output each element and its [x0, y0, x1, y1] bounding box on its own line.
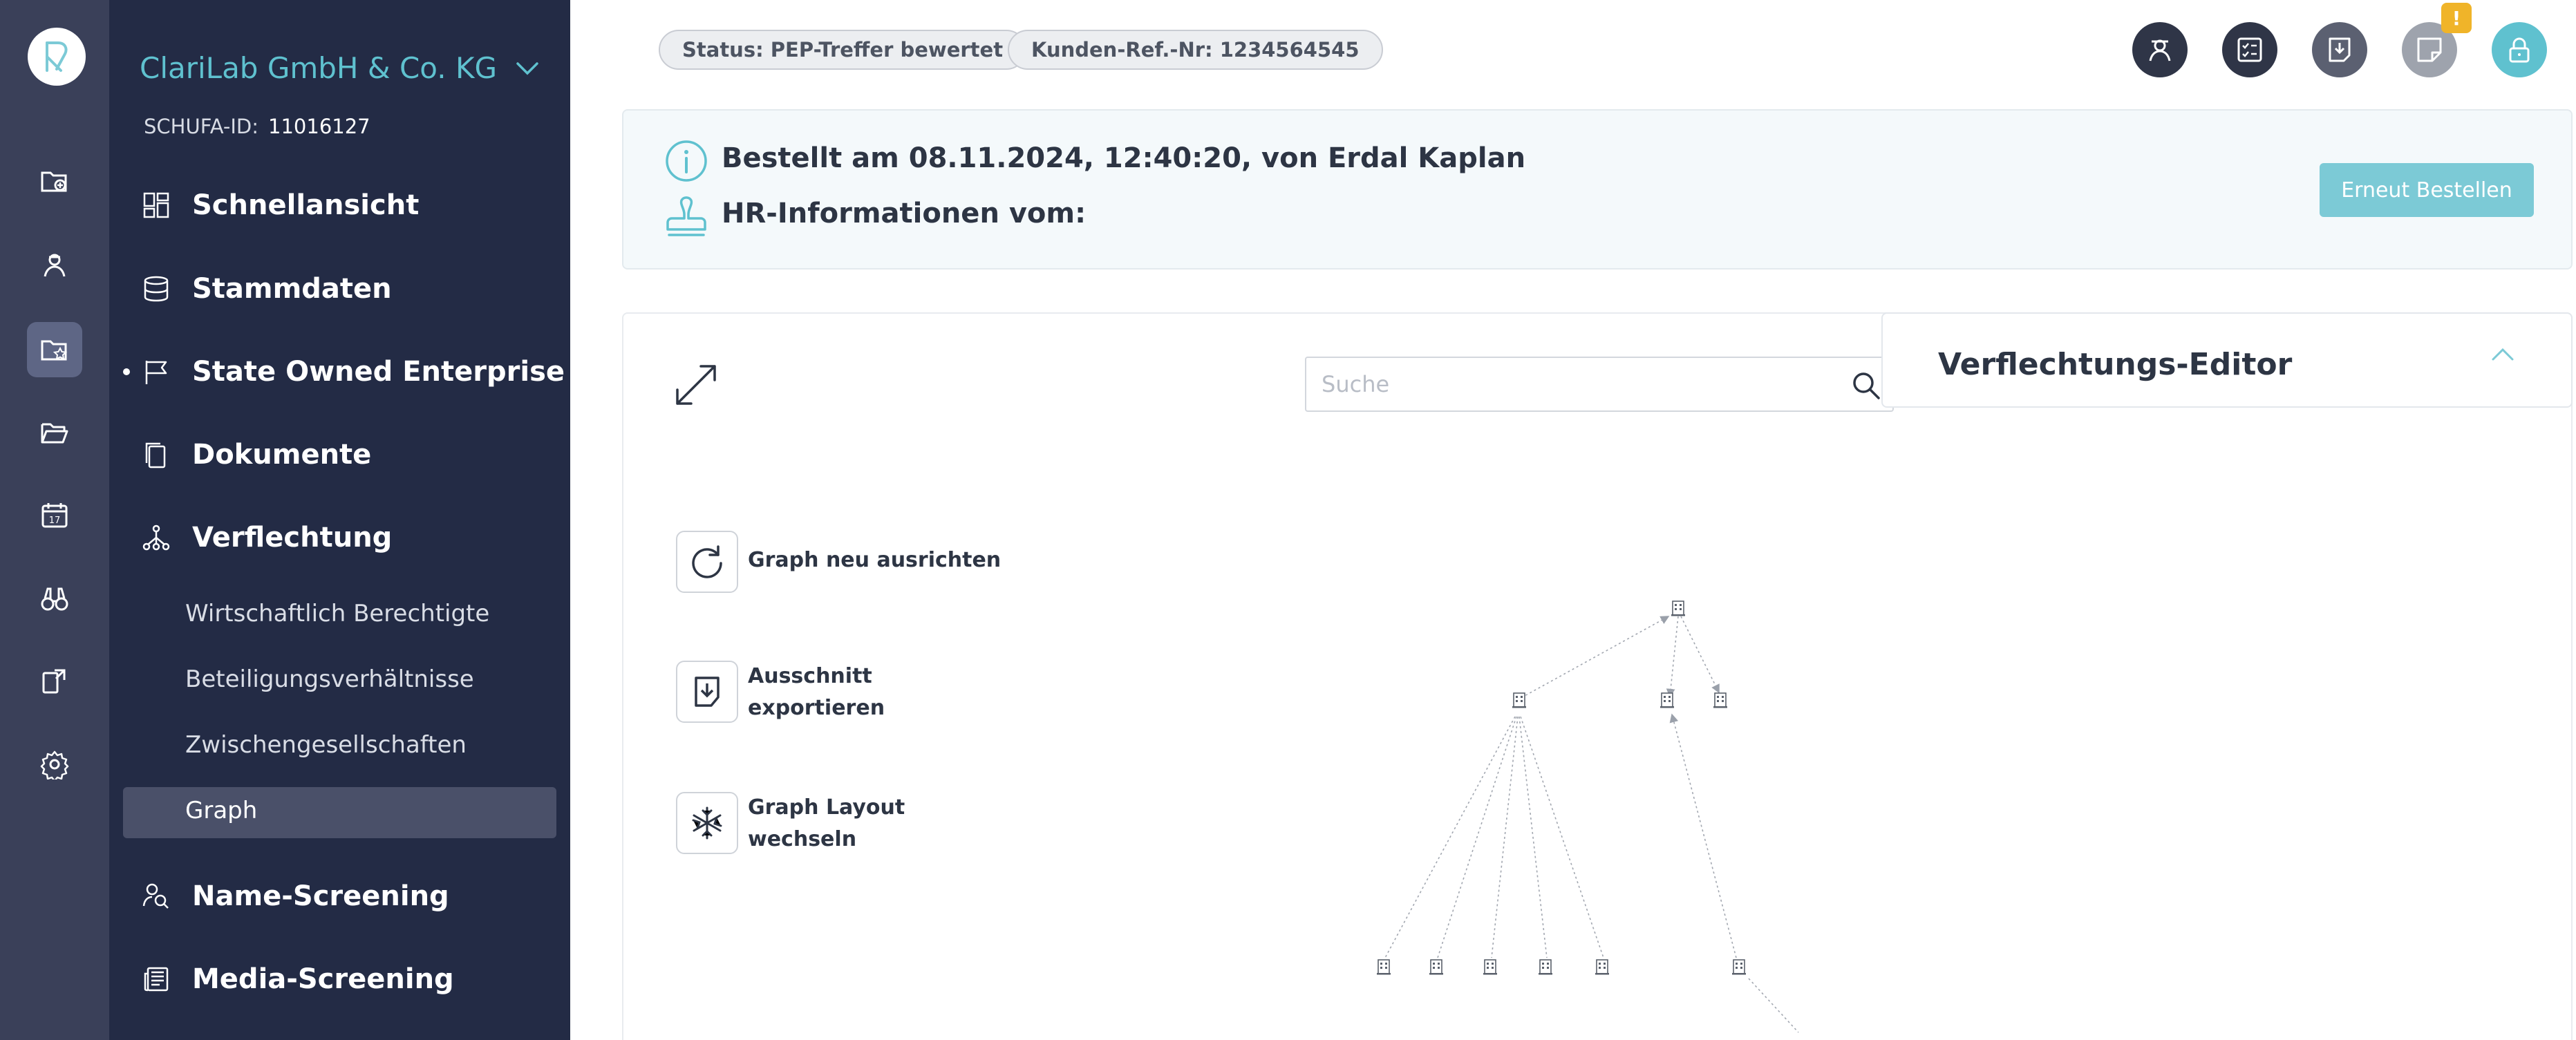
subnav-beteiligungsverhaeltnisse[interactable]: Beteiligungsverhältnisse — [185, 665, 474, 693]
chevron-up-icon[interactable] — [2491, 347, 2514, 362]
nav-label: Schnellansicht — [192, 189, 420, 221]
nav-label: Name-Screening — [192, 880, 449, 912]
header-download-button[interactable] — [2312, 22, 2367, 77]
graph-node[interactable] — [1731, 959, 1747, 976]
graph-node[interactable] — [1595, 959, 1610, 976]
lock-icon — [2509, 37, 2530, 63]
schufa-value: 11016127 — [268, 115, 370, 138]
switch-layout-label: Graph Layout wechseln — [748, 792, 905, 855]
realign-graph-button[interactable] — [676, 531, 738, 593]
rail-folder-star-icon[interactable] — [27, 322, 82, 377]
database-icon — [140, 272, 173, 305]
note-icon — [2417, 37, 2442, 62]
nav-state-owned-enterprise[interactable]: State Owned Enterprise — [140, 348, 565, 396]
nav-name-screening[interactable]: Name-Screening — [140, 872, 449, 920]
nav-label: Media-Screening — [192, 963, 454, 995]
graph-node[interactable] — [1483, 959, 1498, 976]
search-icon[interactable] — [1851, 370, 1881, 401]
person-search-icon — [140, 880, 173, 913]
order-info-text: Bestellt am 08.11.2024, 12:40:20, von Er… — [722, 142, 1526, 174]
rail-calendar-icon[interactable]: 17 — [27, 488, 82, 543]
icon-rail: 17 — [0, 0, 109, 1040]
hr-info-text: HR-Informationen vom: — [722, 198, 1087, 229]
graph-node[interactable] — [1512, 692, 1527, 709]
newspaper-icon — [140, 963, 173, 996]
nav-stammdaten[interactable]: Stammdaten — [140, 265, 392, 313]
dashboard-icon — [140, 189, 173, 222]
nav-verflechtung[interactable]: Verflechtung — [140, 513, 392, 562]
nav-label: State Owned Enterprise — [192, 356, 565, 388]
header-lock-button[interactable] — [2492, 22, 2547, 77]
rail-transfer-icon[interactable] — [27, 654, 82, 709]
reorder-button[interactable]: Erneut Bestellen — [2320, 163, 2534, 217]
svg-text:17: 17 — [49, 516, 61, 526]
stamp-icon — [665, 196, 708, 242]
customer-ref-badge: Kunden-Ref.-Nr: 1234564545 — [1008, 30, 1383, 70]
graph-node[interactable] — [1713, 692, 1728, 709]
expand-icon[interactable] — [672, 361, 720, 409]
export-section-button[interactable] — [676, 661, 738, 723]
rail-folder-open-icon[interactable] — [27, 405, 82, 460]
schufa-id: SCHUFA-ID: 11016127 — [144, 115, 370, 138]
status-badge: Status: PEP-Treffer bewertet — [659, 30, 1027, 70]
chevron-down-icon[interactable] — [516, 61, 539, 76]
subnav-zwischengesellschaften[interactable]: Zwischengesellschaften — [185, 731, 467, 759]
refresh-icon — [692, 545, 722, 578]
network-icon — [140, 521, 173, 554]
rail-person-icon[interactable] — [27, 238, 82, 293]
layout-label-line2: wechseln — [748, 827, 857, 851]
graph-node[interactable] — [1376, 959, 1391, 976]
export-label-line1: Ausschnitt — [748, 664, 872, 688]
checklist-icon — [2237, 37, 2262, 62]
rail-gear-icon[interactable] — [27, 737, 82, 792]
schufa-label: SCHUFA-ID: — [144, 115, 259, 138]
graph-node[interactable] — [1671, 601, 1686, 617]
company-name[interactable]: ClariLab GmbH & Co. KG — [140, 51, 497, 85]
subnav-wirtschaftlich-berechtigte[interactable]: Wirtschaftlich Berechtigte — [185, 600, 489, 627]
nav-label: Verflechtung — [192, 522, 393, 554]
snowflake-icon — [692, 806, 722, 840]
layout-label-line1: Graph Layout — [748, 795, 905, 820]
header-checklist-button[interactable] — [2222, 22, 2277, 77]
graph-node[interactable] — [1429, 959, 1444, 976]
sidebar: ClariLab GmbH & Co. KG SCHUFA-ID: 1101612… — [109, 0, 570, 1040]
graph-search-input[interactable] — [1305, 357, 1894, 412]
detective-icon — [2149, 39, 2171, 62]
nav-media-screening[interactable]: Media-Screening — [140, 955, 454, 1003]
nav-dokumente[interactable]: Dokumente — [140, 431, 371, 479]
editor-title: Verflechtungs-Editor — [1938, 347, 2293, 382]
documents-icon — [140, 438, 173, 471]
graph-node[interactable] — [1660, 692, 1675, 709]
graph-nodes[interactable] — [1376, 601, 1747, 976]
nav-label: Dokumente — [192, 439, 372, 471]
order-info-banner: Bestellt am 08.11.2024, 12:40:20, von Er… — [622, 109, 2573, 270]
warning-badge: ! — [2441, 3, 2472, 33]
flag-icon — [140, 355, 173, 388]
app-logo[interactable] — [28, 28, 86, 86]
header-person-button[interactable] — [2132, 22, 2188, 77]
logo-icon — [46, 41, 68, 72]
subnav-graph[interactable]: Graph — [185, 797, 257, 824]
info-icon — [665, 140, 708, 182]
realign-graph-label: Graph neu ausrichten — [748, 548, 1002, 572]
download-icon — [2329, 37, 2351, 62]
graph-panel: Graph neu ausrichten Ausschnitt exportier… — [622, 312, 2573, 1040]
verflechtungs-editor-panel[interactable]: Verflechtungs-Editor — [1881, 312, 2573, 408]
export-label-line2: exportieren — [748, 696, 885, 720]
rail-add-folder-icon[interactable] — [27, 153, 82, 209]
nav-schnellansicht[interactable]: Schnellansicht — [140, 181, 419, 229]
rail-binoculars-icon[interactable] — [27, 571, 82, 626]
active-bullet — [123, 368, 130, 375]
switch-layout-button[interactable] — [676, 792, 738, 854]
nav-label: Stammdaten — [192, 273, 392, 305]
export-section-label: Ausschnitt exportieren — [748, 661, 885, 724]
download-icon — [695, 677, 720, 707]
graph-node[interactable] — [1538, 959, 1553, 976]
